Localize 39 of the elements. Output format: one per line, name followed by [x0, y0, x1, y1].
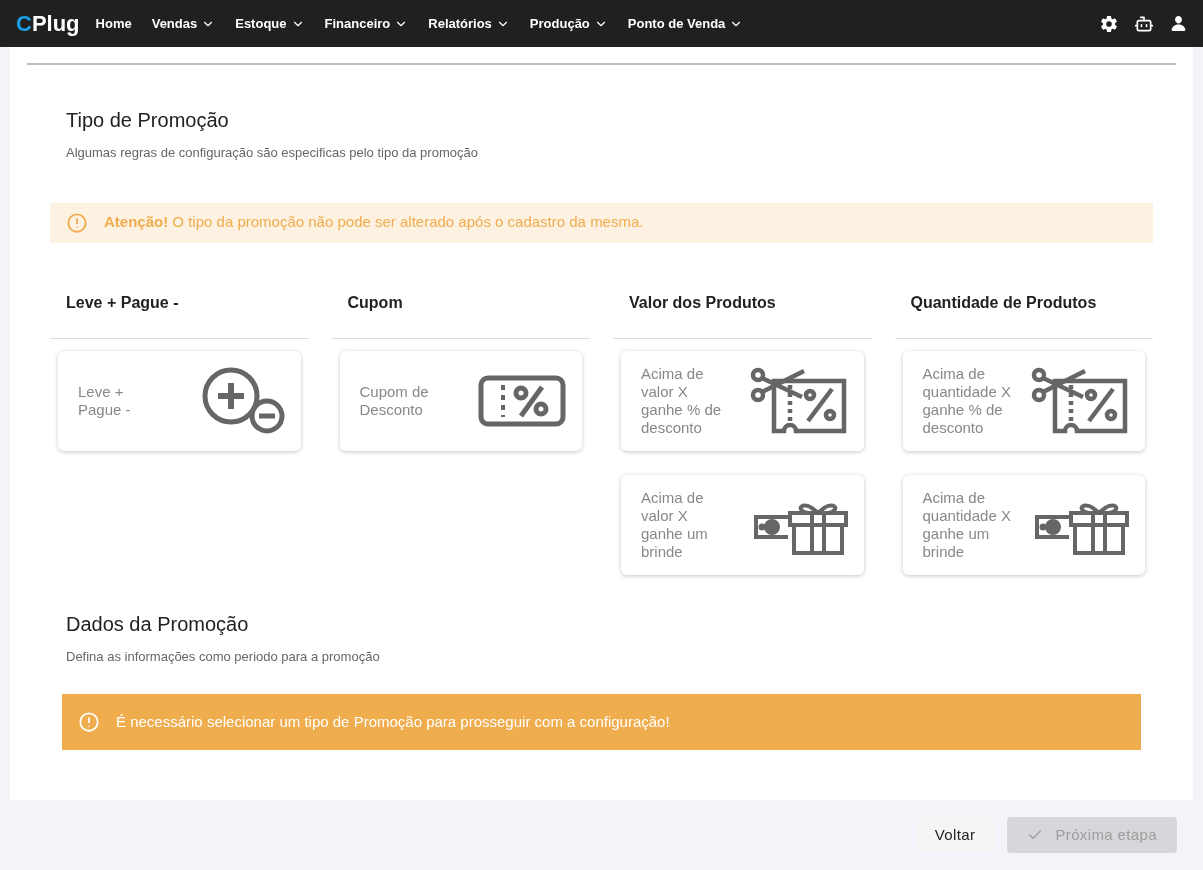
alert-icon: [78, 711, 100, 733]
nav-menu-item[interactable]: Vendas: [151, 13, 216, 34]
card-label: Acima de quantidade X ganhe % de desconto: [922, 364, 1012, 437]
promotion-type-card[interactable]: Acima de quantidade X ganhe % de desconto: [902, 350, 1145, 451]
scissors-coupon-icon: [749, 366, 848, 435]
required-alert-text: É necessário selecionar um tipo de Promoção para prosseguir com a configuração!: [116, 711, 670, 732]
section-title: Dados da Promoção: [66, 611, 250, 637]
scissors-coupon-icon: [1031, 366, 1129, 435]
group-title: Valor dos Produtos: [613, 290, 872, 339]
promotion-type-card[interactable]: Leve + Pague -: [58, 350, 301, 451]
promotion-type-card[interactable]: Acima de valor X ganhe um brinde: [621, 474, 864, 575]
card-label: Acima de valor X ganhe um brinde: [641, 488, 709, 561]
nav-menu-item[interactable]: Produção: [529, 13, 608, 34]
promotion-type-card[interactable]: Acima de valor X ganhe % de desconto: [621, 350, 864, 451]
card-label: Leve + Pague -: [78, 382, 132, 419]
group-title: Cupom: [331, 290, 590, 339]
plus-minus-icon: [200, 365, 285, 436]
nav-menu-item[interactable]: Relatórios: [428, 13, 510, 34]
nav-menu-item[interactable]: Home: [95, 13, 132, 34]
section-subtitle: Algumas regras de configuração são especificas pelo tipo da promoção: [66, 144, 479, 162]
nav-menu-item[interactable]: Ponto de Venda: [627, 13, 744, 34]
card-label: Cupom de Desconto: [359, 382, 430, 419]
promotion-type-card[interactable]: Acima de quantidade X ganhe um brinde: [902, 474, 1145, 575]
card-label: Acima de valor X ganhe % de desconto: [641, 364, 723, 437]
group-title: Quantidade de Produtos: [894, 290, 1153, 339]
promotion-type-card[interactable]: Cupom de Desconto: [339, 350, 582, 451]
nav-menu-item[interactable]: Financeiro: [324, 13, 409, 34]
card-label: Acima de quantidade X ganhe um brinde: [922, 488, 1012, 561]
user-icon[interactable]: [1170, 15, 1187, 32]
back-button[interactable]: Voltar: [914, 817, 996, 853]
nav-menu-item[interactable]: Estoque: [235, 13, 305, 34]
logo[interactable]: CPlug: [16, 12, 80, 35]
group-title: Leve + Pague -: [50, 290, 309, 339]
settings-icon[interactable]: [1100, 14, 1118, 33]
coupon-icon: [478, 374, 566, 427]
section-subtitle: Defina as informações como periodo para a promoção: [66, 647, 381, 666]
alert-icon: [66, 211, 88, 234]
section-title: Tipo de Promoção: [66, 108, 230, 133]
warning-text: Atenção! O tipo da promoção não pode ser alterado após o cadastro da mesma.: [104, 212, 644, 233]
